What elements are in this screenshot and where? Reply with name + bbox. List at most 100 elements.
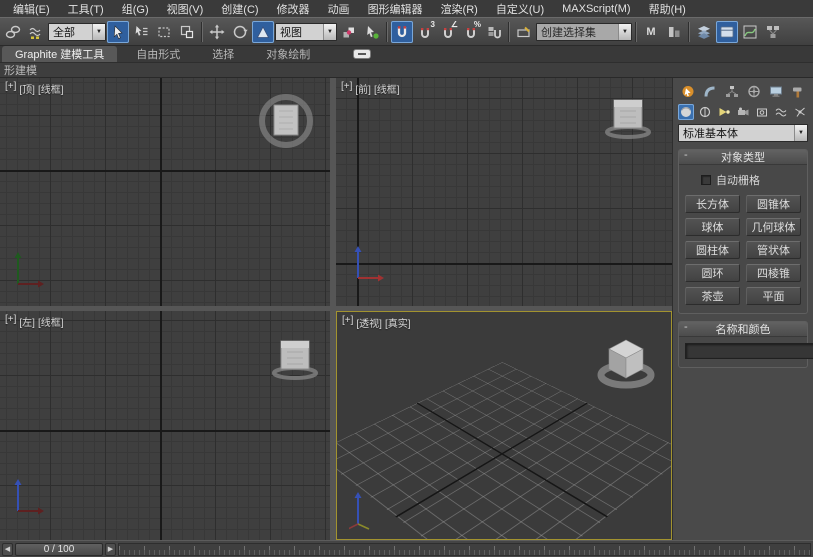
viewcube[interactable]	[257, 92, 315, 150]
viewport-pov-menu[interactable]: [前]	[355, 81, 371, 96]
3ds-max-window: 编辑(E) 工具(T) 组(G) 视图(V) 创建(C) 修改器 动画 图形编辑…	[0, 0, 813, 557]
display-tab-icon[interactable]	[766, 82, 785, 100]
ribbon-tab-object-paint[interactable]: 对象绘制	[253, 46, 323, 62]
select-and-manipulate-icon[interactable]	[361, 21, 383, 43]
ribbon-minimize-icon[interactable]	[353, 46, 371, 62]
viewcube[interactable]	[597, 334, 655, 392]
selection-filter-dropdown[interactable]: 全部 ▼	[48, 23, 106, 41]
object-name-input[interactable]	[685, 343, 813, 359]
menu-maxscript[interactable]: MAXScript(M)	[553, 3, 639, 15]
named-selection-sets-dropdown[interactable]: 创建选择集 ▼	[536, 23, 632, 41]
viewport-shading-menu[interactable]: [线框]	[38, 81, 64, 96]
menu-group[interactable]: 组(G)	[113, 1, 158, 17]
viewport-shading-menu[interactable]: [线框]	[38, 314, 64, 329]
time-slider[interactable]: 0 / 100	[15, 543, 103, 556]
mirror-icon[interactable]: M	[640, 21, 662, 43]
viewport-general-menu[interactable]: [+]	[341, 81, 352, 96]
teapot-button[interactable]: 茶壶	[685, 287, 740, 305]
shapes-icon[interactable]	[697, 104, 713, 120]
ribbon-panel-label[interactable]: 形建模	[4, 62, 37, 78]
geosphere-button[interactable]: 几何球体	[746, 218, 801, 236]
viewport-top[interactable]: [+] [顶] [线框]	[0, 78, 330, 306]
window-crossing-icon[interactable]	[176, 21, 198, 43]
torus-button[interactable]: 圆环	[685, 264, 740, 282]
pyramid-button[interactable]: 四棱锥	[746, 264, 801, 282]
spinner-snap-icon[interactable]	[483, 21, 505, 43]
modify-tab-icon[interactable]	[700, 82, 719, 100]
viewport-pov-menu[interactable]: [左]	[19, 314, 35, 329]
object-type-rollout-header[interactable]: - 对象类型	[679, 150, 807, 165]
menu-customize[interactable]: 自定义(U)	[487, 1, 553, 17]
hierarchy-tab-icon[interactable]	[722, 82, 741, 100]
space-warps-icon[interactable]	[773, 104, 789, 120]
viewport-pov-menu[interactable]: [透视]	[356, 315, 382, 330]
ribbon-tab-graphite[interactable]: Graphite 建模工具	[2, 46, 117, 62]
schematic-view-icon[interactable]	[762, 21, 784, 43]
menu-views[interactable]: 视图(V)	[158, 1, 213, 17]
next-frame-button[interactable]: ▶	[105, 543, 116, 556]
menu-tools[interactable]: 工具(T)	[59, 1, 113, 17]
menu-rendering[interactable]: 渲染(R)	[432, 1, 487, 17]
cylinder-button[interactable]: 圆柱体	[685, 241, 740, 259]
viewport-left[interactable]: [+] [左] [线框]	[0, 311, 330, 540]
cameras-icon[interactable]	[735, 104, 751, 120]
snap-3d-icon[interactable]: 3	[414, 21, 436, 43]
viewport-perspective[interactable]: [+] [透视] [真实]	[336, 311, 672, 540]
motion-tab-icon[interactable]	[744, 82, 763, 100]
menu-create[interactable]: 创建(C)	[212, 1, 267, 17]
viewport-front[interactable]: [+] [前] [线框]	[336, 78, 672, 306]
viewport-shading-menu[interactable]: [真实]	[385, 315, 411, 330]
create-tab-icon[interactable]	[678, 82, 697, 100]
geometry-icon[interactable]	[678, 104, 694, 120]
layer-manager-icon[interactable]	[693, 21, 715, 43]
ribbon-tab-freeform[interactable]: 自由形式	[123, 46, 193, 62]
ribbon-toggle-icon[interactable]	[716, 21, 738, 43]
systems-icon[interactable]	[792, 104, 808, 120]
select-and-scale-icon[interactable]	[252, 21, 274, 43]
menu-help[interactable]: 帮助(H)	[640, 1, 695, 17]
use-pivot-center-icon[interactable]	[338, 21, 360, 43]
select-and-rotate-icon[interactable]	[229, 21, 251, 43]
viewport-shading-menu[interactable]: [线框]	[374, 81, 400, 96]
select-and-link-icon[interactable]	[2, 21, 24, 43]
toolbar-separator	[201, 22, 203, 42]
rect-selection-region-icon[interactable]	[153, 21, 175, 43]
percent-snap-icon[interactable]: %	[460, 21, 482, 43]
helpers-icon[interactable]	[754, 104, 770, 120]
track-bar[interactable]	[118, 543, 811, 556]
cone-button[interactable]: 圆锥体	[746, 195, 801, 213]
command-panel-tabs	[678, 82, 808, 100]
select-and-move-icon[interactable]	[206, 21, 228, 43]
name-color-rollout-header[interactable]: - 名称和颜色	[679, 322, 807, 337]
ribbon-tab-selection[interactable]: 选择	[199, 46, 247, 62]
bind-to-space-warp-icon[interactable]	[25, 21, 47, 43]
menu-edit[interactable]: 编辑(E)	[4, 1, 59, 17]
viewcube[interactable]	[604, 96, 652, 142]
create-subtabs	[678, 104, 808, 120]
edit-named-sets-icon[interactable]	[513, 21, 535, 43]
plane-button[interactable]: 平面	[746, 287, 801, 305]
utilities-tab-icon[interactable]	[788, 82, 807, 100]
autogrid-checkbox[interactable]	[701, 175, 711, 185]
viewport-pov-menu[interactable]: [顶]	[19, 81, 35, 96]
viewport-general-menu[interactable]: [+]	[342, 315, 353, 330]
viewport-general-menu[interactable]: [+]	[5, 81, 16, 96]
menu-graph-editors[interactable]: 图形编辑器	[359, 1, 432, 17]
select-object-icon[interactable]	[107, 21, 129, 43]
select-by-name-icon[interactable]	[130, 21, 152, 43]
viewcube[interactable]	[271, 337, 319, 383]
sphere-button[interactable]: 球体	[685, 218, 740, 236]
angle-snap-icon[interactable]: ∠	[437, 21, 459, 43]
viewport-general-menu[interactable]: [+]	[5, 314, 16, 329]
align-icon[interactable]	[663, 21, 685, 43]
reference-coordinate-dropdown[interactable]: 视图 ▼	[275, 23, 337, 41]
box-button[interactable]: 长方体	[685, 195, 740, 213]
tube-button[interactable]: 管状体	[746, 241, 801, 259]
menu-animation[interactable]: 动画	[319, 1, 359, 17]
menu-modifiers[interactable]: 修改器	[268, 1, 319, 17]
primitive-category-dropdown[interactable]: 标准基本体 ▼	[678, 124, 808, 142]
previous-frame-button[interactable]: ◀	[2, 543, 13, 556]
curve-editor-icon[interactable]	[739, 21, 761, 43]
lights-icon[interactable]	[716, 104, 732, 120]
snap-toggle-icon[interactable]	[391, 21, 413, 43]
